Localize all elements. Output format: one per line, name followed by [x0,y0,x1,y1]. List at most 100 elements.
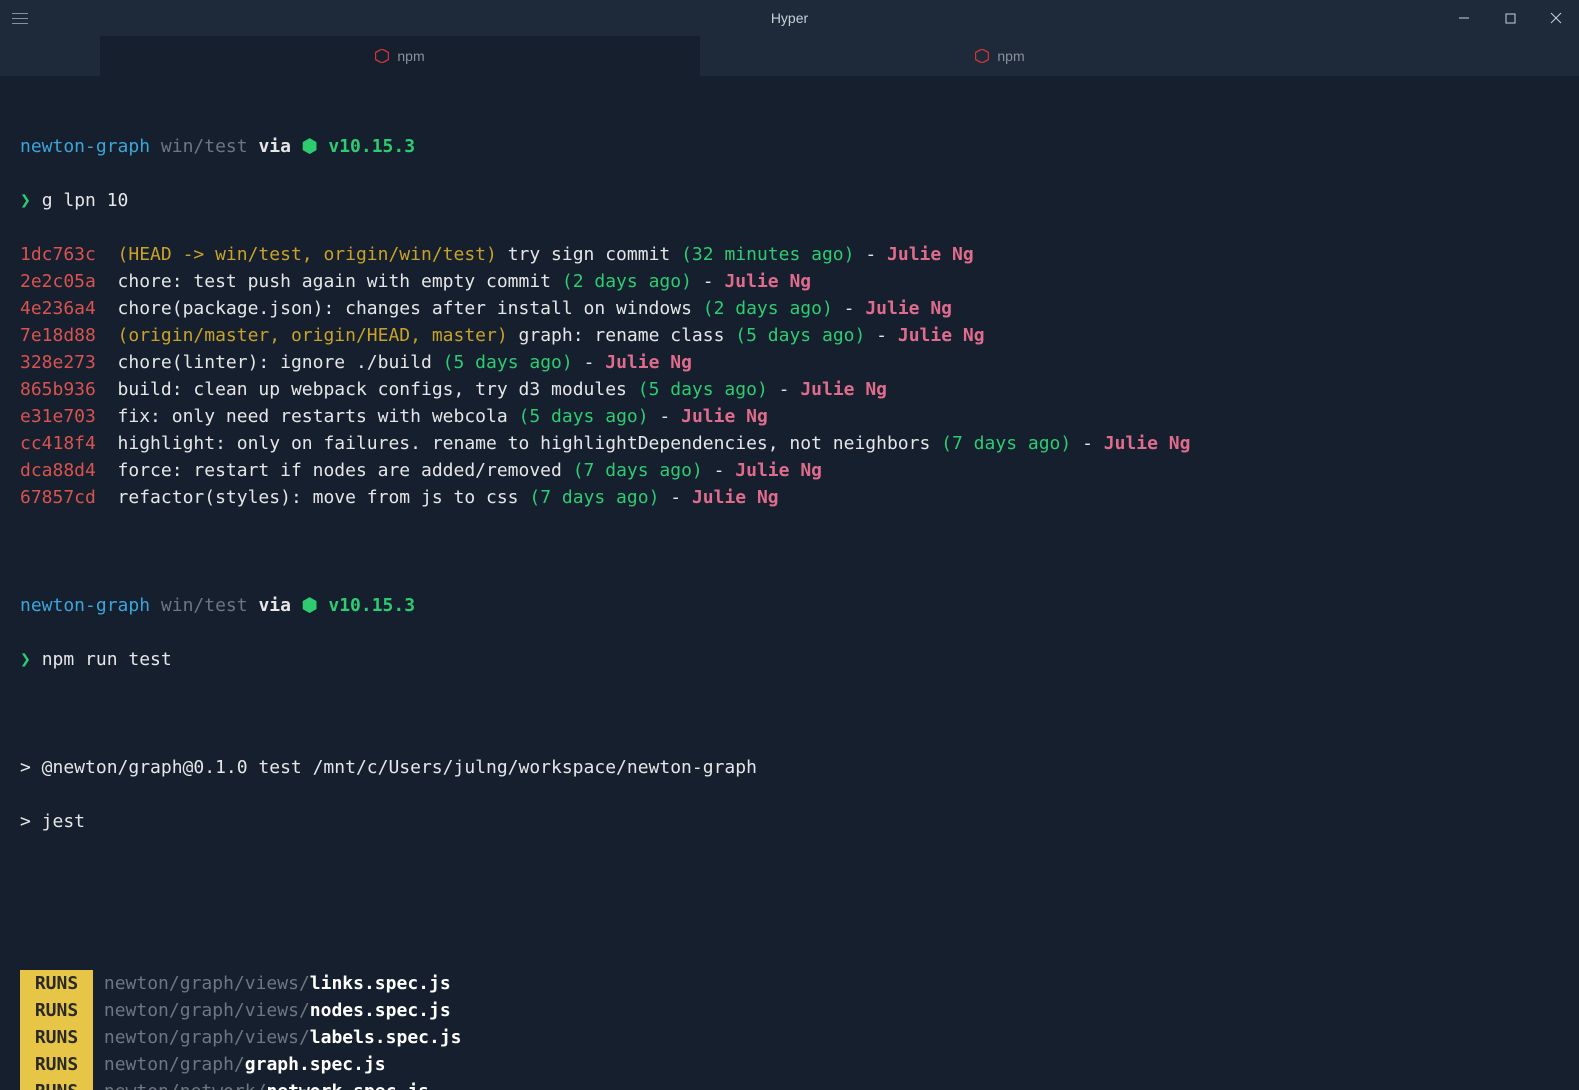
git-log-row: 7e18d88 (origin/master, origin/HEAD, mas… [20,322,1559,349]
commit-dash: - [1082,433,1093,454]
prompt-dir: newton-graph [20,136,150,157]
titlebar: Hyper [0,0,1579,36]
tab-label: npm [997,48,1024,64]
window-controls [1441,0,1579,36]
commit-author: Julie Ng [898,325,985,346]
maximize-button[interactable] [1487,0,1533,36]
minimize-icon [1458,12,1470,24]
commit-hash: 4e236a4 [20,298,96,319]
git-log-row: 2e2c05a chore: test push again with empt… [20,268,1559,295]
maximize-icon [1505,13,1516,24]
command-text: npm run test [42,649,172,670]
minimize-button[interactable] [1441,0,1487,36]
git-log-row: 4e236a4 chore(package.json): changes aft… [20,295,1559,322]
jest-run-row: RUNS newton/graph/graph.spec.js [20,1051,1559,1078]
commit-age: (2 days ago) [703,298,833,319]
commit-msg: chore(package.json): changes after insta… [118,298,692,319]
commit-hash: 865b936 [20,379,96,400]
prompt-line: newton-graph win/test via ⬢ v10.15.3 [20,133,1559,160]
commit-dash: - [779,379,790,400]
commit-author: Julie Ng [800,379,887,400]
jest-run-row: RUNS newton/graph/views/nodes.spec.js [20,997,1559,1024]
prompt-via: via [258,136,291,157]
commit-age: (5 days ago) [443,352,573,373]
node-hex-icon: ⬢ [302,136,318,157]
spec-path-file: nodes.spec.js [310,1000,451,1021]
spec-path-file: links.spec.js [310,973,451,994]
node-version: v10.15.3 [328,136,415,157]
app-window: Hyper npm npm newton-gr [0,0,1579,1090]
commit-hash: 328e273 [20,352,96,373]
commit-msg: fix: only need restarts with webcola [118,406,508,427]
prompt-symbol: ❯ [20,190,31,211]
commit-msg: build: clean up webpack configs, try d3 … [118,379,627,400]
jest-run-row: RUNS newton/graph/views/links.spec.js [20,970,1559,997]
commit-author: Julie Ng [887,244,974,265]
git-log-output: 1dc763c (HEAD -> win/test, origin/win/te… [20,241,1559,511]
git-log-row: 67857cd refactor(styles): move from js t… [20,484,1559,511]
node-hex-icon: ⬢ [302,595,318,616]
commit-dash: - [584,352,595,373]
commit-dash: - [714,460,725,481]
git-log-row: 328e273 chore(linter): ignore ./build (5… [20,349,1559,376]
commit-author: Julie Ng [1104,433,1191,454]
commit-author: Julie Ng [605,352,692,373]
commit-hash: dca88d4 [20,460,96,481]
prompt-branch: win/test [161,595,248,616]
tab-npm-2[interactable]: npm [700,36,1300,76]
spec-path-dim: newton/graph/views/ [104,1000,310,1021]
npm-output-line: > jest [20,808,1559,835]
close-icon [1550,12,1562,24]
commit-msg: chore(linter): ignore ./build [118,352,432,373]
terminal-output[interactable]: newton-graph win/test via ⬢ v10.15.3 ❯ g… [0,76,1579,1090]
commit-author: Julie Ng [692,487,779,508]
commit-author: Julie Ng [735,460,822,481]
blank-line [20,538,1559,565]
commit-msg: graph: rename class [519,325,725,346]
jest-runs-list: RUNS newton/graph/views/links.spec.js RU… [20,970,1559,1090]
blank-line [20,862,1559,889]
commit-author: Julie Ng [681,406,768,427]
commit-msg: try sign commit [508,244,671,265]
blank-line [20,700,1559,727]
jest-run-row: RUNS newton/network/network.spec.js [20,1078,1559,1090]
prompt-via: via [258,595,291,616]
jest-run-row: RUNS newton/graph/views/labels.spec.js [20,1024,1559,1051]
window-title: Hyper [771,10,808,26]
prompt-branch: win/test [161,136,248,157]
spec-path-file: labels.spec.js [310,1027,462,1048]
spec-path-file: network.spec.js [266,1081,429,1090]
commit-msg: refactor(styles): move from js to css [118,487,519,508]
tab-npm-1[interactable]: npm [100,36,700,76]
close-button[interactable] [1533,0,1579,36]
commit-hash: cc418f4 [20,433,96,454]
command-line: ❯ g lpn 10 [20,187,1559,214]
commit-age: (5 days ago) [519,406,649,427]
command-text: g lpn 10 [42,190,129,211]
commit-hash: 7e18d88 [20,325,96,346]
commit-refs: (HEAD -> win/test, origin/win/test) [118,244,497,265]
hamburger-icon[interactable] [0,0,40,36]
commit-hash: e31e703 [20,406,96,427]
git-log-row: dca88d4 force: restart if nodes are adde… [20,457,1559,484]
npm-output-line: > @newton/graph@0.1.0 test /mnt/c/Users/… [20,754,1559,781]
commit-msg: highlight: only on failures. rename to h… [118,433,931,454]
commit-author: Julie Ng [865,298,952,319]
git-log-row: 865b936 build: clean up webpack configs,… [20,376,1559,403]
commit-msg: chore: test push again with empty commit [118,271,551,292]
spec-path-dim: newton/graph/views/ [104,1027,310,1048]
commit-dash: - [876,325,887,346]
commit-dash: - [659,406,670,427]
commit-hash: 67857cd [20,487,96,508]
commit-dash: - [703,271,714,292]
commit-age: (7 days ago) [573,460,703,481]
commit-age: (7 days ago) [529,487,659,508]
commit-author: Julie Ng [724,271,811,292]
commit-dash: - [670,487,681,508]
commit-age: (7 days ago) [941,433,1071,454]
commit-age: (5 days ago) [735,325,865,346]
spec-path-dim: newton/graph/views/ [104,973,310,994]
prompt-symbol: ❯ [20,649,31,670]
npm-hex-icon [375,49,389,63]
git-log-row: cc418f4 highlight: only on failures. ren… [20,430,1559,457]
